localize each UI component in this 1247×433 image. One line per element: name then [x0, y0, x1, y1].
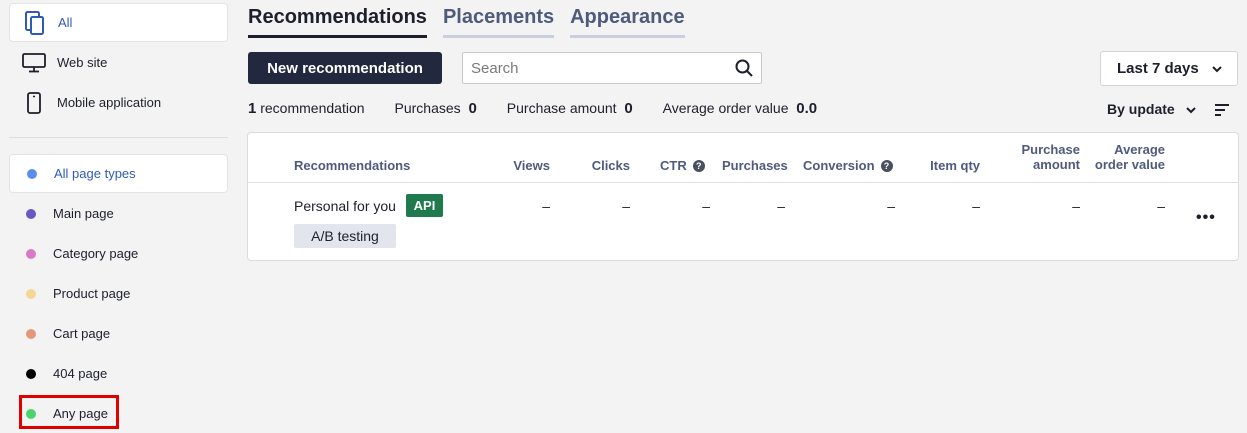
- cell-views: –: [542, 198, 550, 214]
- col-average-order-value[interactable]: Average order value: [1074, 142, 1165, 172]
- col-purchases[interactable]: Purchases: [722, 158, 788, 173]
- sidebar-divider: [9, 137, 228, 138]
- phone-icon: [21, 90, 47, 116]
- sort-label: By update: [1107, 101, 1175, 117]
- search-icon[interactable]: [735, 59, 753, 82]
- page-type-label: 404 page: [53, 366, 108, 381]
- recommendations-table: Recommendations Views Clicks CTR? Purcha…: [247, 132, 1239, 261]
- col-conversion[interactable]: Conversion?: [803, 158, 893, 173]
- help-icon[interactable]: ?: [880, 160, 893, 172]
- cell-ctr: –: [702, 198, 710, 214]
- recommendation-name[interactable]: Personal for you: [294, 198, 396, 214]
- summary-stats: 1 recommendation Purchases 0 Purchase am…: [248, 100, 847, 117]
- cell-clicks: –: [622, 198, 630, 214]
- sort-select[interactable]: By update: [1107, 101, 1197, 117]
- date-range-value: Last 7 days: [1117, 60, 1199, 77]
- chevron-down-icon: [1211, 60, 1223, 77]
- col-views[interactable]: Views: [488, 158, 550, 173]
- page-type-all[interactable]: All page types: [9, 154, 228, 193]
- cell-average-order-value: –: [1157, 198, 1165, 214]
- stat-count: 1 recommendation: [248, 100, 365, 117]
- color-dot: [26, 368, 36, 379]
- page-type-product[interactable]: Product page: [9, 274, 228, 313]
- page-type-404[interactable]: 404 page: [9, 354, 228, 393]
- page-type-cart[interactable]: Cart page: [9, 314, 228, 353]
- color-dot: [26, 408, 36, 419]
- sidebar: All Web site Mobile application All page…: [0, 0, 236, 433]
- page-type-label: All page types: [54, 166, 136, 181]
- page-type-main[interactable]: Main page: [9, 194, 228, 233]
- source-label: Web site: [57, 55, 108, 70]
- page-type-label: Cart page: [53, 326, 111, 341]
- page-type-label: Category page: [53, 246, 139, 261]
- api-badge: API: [406, 194, 443, 217]
- tab-appearance[interactable]: Appearance: [570, 6, 685, 38]
- cell-purchases: –: [777, 198, 785, 214]
- stat-purchase-amount: Purchase amount 0: [506, 100, 633, 117]
- devices-icon: [22, 10, 48, 36]
- new-recommendation-button[interactable]: New recommendation: [248, 52, 442, 84]
- page-type-label: Any page: [53, 406, 108, 421]
- date-range-select[interactable]: Last 7 days: [1100, 51, 1238, 86]
- col-clicks[interactable]: Clicks: [568, 158, 630, 173]
- cell-item-qty: –: [972, 198, 980, 214]
- color-dot: [26, 248, 36, 259]
- color-dot: [26, 328, 36, 339]
- page-type-label: Product page: [53, 286, 131, 301]
- col-purchase-amount[interactable]: Purchase amount: [1000, 142, 1080, 172]
- source-item-mobile[interactable]: Mobile application: [9, 83, 228, 122]
- tab-placements[interactable]: Placements: [442, 6, 555, 38]
- col-recommendations[interactable]: Recommendations: [294, 158, 410, 173]
- color-dot: [26, 208, 36, 219]
- ab-testing-tag: A/B testing: [294, 224, 396, 248]
- source-item-all[interactable]: All: [9, 3, 228, 42]
- color-dot: [27, 168, 37, 179]
- search-box: [462, 52, 762, 84]
- search-input[interactable]: [471, 54, 731, 82]
- source-label: All: [58, 15, 73, 30]
- cell-conversion: –: [887, 198, 895, 214]
- cell-purchase-amount: –: [1072, 198, 1080, 214]
- col-ctr[interactable]: CTR?: [660, 158, 705, 173]
- page-type-category[interactable]: Category page: [9, 234, 228, 273]
- source-item-website[interactable]: Web site: [9, 43, 228, 82]
- chevron-down-icon: [1185, 101, 1197, 117]
- table-header: Recommendations Views Clicks CTR? Purcha…: [248, 133, 1238, 183]
- tab-recommendations[interactable]: Recommendations: [248, 6, 427, 38]
- monitor-icon: [21, 50, 47, 76]
- page-type-label: Main page: [53, 206, 114, 221]
- col-item-qty[interactable]: Item qty: [908, 158, 980, 173]
- stat-purchases: Purchases 0: [394, 100, 477, 117]
- tab-bar: Recommendations Placements Appearance: [248, 6, 685, 38]
- page-type-any[interactable]: Any page: [9, 394, 228, 433]
- help-icon[interactable]: ?: [692, 160, 705, 172]
- sort-order-icon[interactable]: [1214, 103, 1230, 122]
- more-actions-icon[interactable]: •••: [1196, 209, 1216, 227]
- color-dot: [26, 288, 36, 299]
- stat-average-order-value: Average order value 0.0: [662, 100, 818, 117]
- source-label: Mobile application: [57, 95, 162, 110]
